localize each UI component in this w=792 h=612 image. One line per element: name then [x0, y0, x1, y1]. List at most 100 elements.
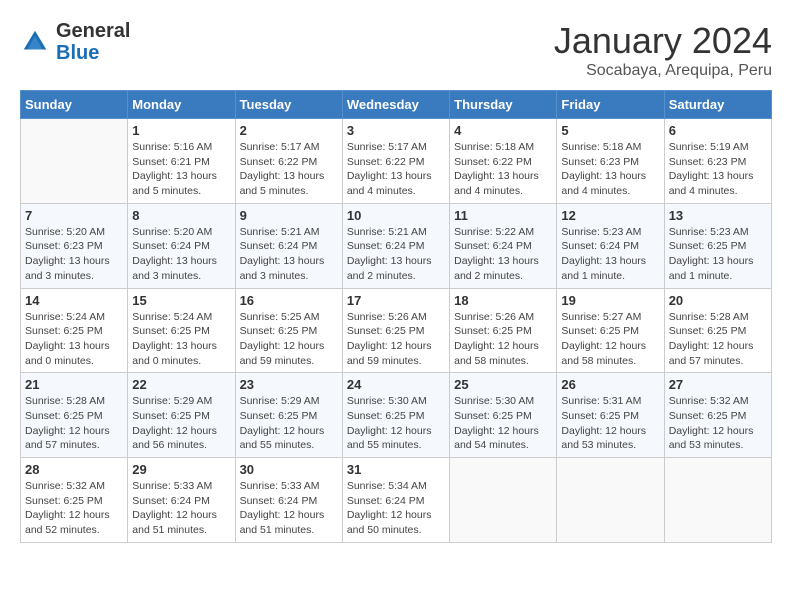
day-number: 5 — [561, 123, 659, 138]
day-number: 27 — [669, 377, 767, 392]
day-info: Sunrise: 5:28 AM Sunset: 6:25 PM Dayligh… — [25, 394, 123, 453]
calendar-cell: 16 Sunrise: 5:25 AM Sunset: 6:25 PM Dayli… — [235, 288, 342, 373]
day-number: 12 — [561, 208, 659, 223]
calendar-cell: 8Sunrise: 5:20 AM Sunset: 6:24 PM Daylig… — [128, 203, 235, 288]
logo-icon — [20, 27, 50, 57]
weekday-header: Friday — [557, 91, 664, 119]
calendar-cell: 15 Sunrise: 5:24 AM Sunset: 6:25 PM Dayli… — [128, 288, 235, 373]
calendar-cell — [664, 458, 771, 543]
calendar-cell: 23 Sunrise: 5:29 AM Sunset: 6:25 PM Dayli… — [235, 373, 342, 458]
calendar-cell: 2Sunrise: 5:17 AM Sunset: 6:22 PM Daylig… — [235, 119, 342, 204]
day-info: Sunrise: 5:29 AM Sunset: 6:25 PM Dayligh… — [132, 394, 230, 453]
calendar-week-row: 21 Sunrise: 5:28 AM Sunset: 6:25 PM Dayli… — [21, 373, 772, 458]
day-number: 18 — [454, 293, 552, 308]
calendar-week-row: 28Sunrise: 5:32 AM Sunset: 6:25 PM Dayli… — [21, 458, 772, 543]
day-number: 15 — [132, 293, 230, 308]
day-info: Sunrise: 5:26 AM Sunset: 6:25 PM Dayligh… — [454, 310, 552, 369]
day-info: Sunrise: 5:29 AM Sunset: 6:25 PM Dayligh… — [240, 394, 338, 453]
day-info: Sunrise: 5:18 AM Sunset: 6:23 PM Dayligh… — [561, 140, 659, 199]
day-info: Sunrise: 5:27 AM Sunset: 6:25 PM Dayligh… — [561, 310, 659, 369]
day-number: 23 — [240, 377, 338, 392]
day-info: Sunrise: 5:20 AM Sunset: 6:23 PM Dayligh… — [25, 225, 123, 284]
calendar-cell: 27 Sunrise: 5:32 AM Sunset: 6:25 PM Dayli… — [664, 373, 771, 458]
day-info: Sunrise: 5:16 AM Sunset: 6:21 PM Dayligh… — [132, 140, 230, 199]
weekday-header: Saturday — [664, 91, 771, 119]
day-info: Sunrise: 5:22 AM Sunset: 6:24 PM Dayligh… — [454, 225, 552, 284]
day-number: 22 — [132, 377, 230, 392]
weekday-header: Wednesday — [342, 91, 449, 119]
day-info: Sunrise: 5:17 AM Sunset: 6:22 PM Dayligh… — [240, 140, 338, 199]
calendar-cell: 14 Sunrise: 5:24 AM Sunset: 6:25 PM Dayli… — [21, 288, 128, 373]
day-number: 4 — [454, 123, 552, 138]
weekday-header: Monday — [128, 91, 235, 119]
day-number: 7 — [25, 208, 123, 223]
day-info: Sunrise: 5:24 AM Sunset: 6:25 PM Dayligh… — [132, 310, 230, 369]
calendar-cell: 18 Sunrise: 5:26 AM Sunset: 6:25 PM Dayli… — [450, 288, 557, 373]
day-info: Sunrise: 5:32 AM Sunset: 6:25 PM Dayligh… — [669, 394, 767, 453]
title-block: January 2024 Socabaya, Arequipa, Peru — [554, 20, 772, 80]
day-number: 6 — [669, 123, 767, 138]
day-number: 26 — [561, 377, 659, 392]
day-info: Sunrise: 5:30 AM Sunset: 6:25 PM Dayligh… — [454, 394, 552, 453]
day-number: 10 — [347, 208, 445, 223]
calendar-cell: 7 Sunrise: 5:20 AM Sunset: 6:23 PM Daylig… — [21, 203, 128, 288]
calendar-cell — [21, 119, 128, 204]
day-number: 28 — [25, 462, 123, 477]
calendar-cell: 17Sunrise: 5:26 AM Sunset: 6:25 PM Dayli… — [342, 288, 449, 373]
calendar-cell: 5 Sunrise: 5:18 AM Sunset: 6:23 PM Daylig… — [557, 119, 664, 204]
weekday-header: Thursday — [450, 91, 557, 119]
calendar-week-row: 14 Sunrise: 5:24 AM Sunset: 6:25 PM Dayli… — [21, 288, 772, 373]
day-number: 3 — [347, 123, 445, 138]
day-info: Sunrise: 5:19 AM Sunset: 6:23 PM Dayligh… — [669, 140, 767, 199]
calendar-cell: 22 Sunrise: 5:29 AM Sunset: 6:25 PM Dayli… — [128, 373, 235, 458]
day-info: Sunrise: 5:21 AM Sunset: 6:24 PM Dayligh… — [347, 225, 445, 284]
day-info: Sunrise: 5:25 AM Sunset: 6:25 PM Dayligh… — [240, 310, 338, 369]
page-header: General Blue January 2024 Socabaya, Areq… — [20, 20, 772, 80]
calendar-week-row: 1 Sunrise: 5:16 AM Sunset: 6:21 PM Daylig… — [21, 119, 772, 204]
day-info: Sunrise: 5:23 AM Sunset: 6:25 PM Dayligh… — [669, 225, 767, 284]
calendar-cell: 28Sunrise: 5:32 AM Sunset: 6:25 PM Dayli… — [21, 458, 128, 543]
day-number: 9 — [240, 208, 338, 223]
day-number: 16 — [240, 293, 338, 308]
calendar-cell: 31Sunrise: 5:34 AM Sunset: 6:24 PM Dayli… — [342, 458, 449, 543]
calendar-cell — [557, 458, 664, 543]
day-number: 13 — [669, 208, 767, 223]
calendar-cell: 1 Sunrise: 5:16 AM Sunset: 6:21 PM Daylig… — [128, 119, 235, 204]
calendar-cell: 25Sunrise: 5:30 AM Sunset: 6:25 PM Dayli… — [450, 373, 557, 458]
calendar-cell: 4 Sunrise: 5:18 AM Sunset: 6:22 PM Daylig… — [450, 119, 557, 204]
day-info: Sunrise: 5:31 AM Sunset: 6:25 PM Dayligh… — [561, 394, 659, 453]
day-info: Sunrise: 5:24 AM Sunset: 6:25 PM Dayligh… — [25, 310, 123, 369]
calendar-cell: 13 Sunrise: 5:23 AM Sunset: 6:25 PM Dayli… — [664, 203, 771, 288]
calendar-cell: 6 Sunrise: 5:19 AM Sunset: 6:23 PM Daylig… — [664, 119, 771, 204]
day-info: Sunrise: 5:33 AM Sunset: 6:24 PM Dayligh… — [132, 479, 230, 538]
logo: General Blue — [20, 20, 130, 64]
day-info: Sunrise: 5:21 AM Sunset: 6:24 PM Dayligh… — [240, 225, 338, 284]
month-title: January 2024 — [554, 20, 772, 62]
day-info: Sunrise: 5:23 AM Sunset: 6:24 PM Dayligh… — [561, 225, 659, 284]
calendar-cell: 26 Sunrise: 5:31 AM Sunset: 6:25 PM Dayli… — [557, 373, 664, 458]
calendar-cell — [450, 458, 557, 543]
calendar-cell: 10 Sunrise: 5:21 AM Sunset: 6:24 PM Dayli… — [342, 203, 449, 288]
day-info: Sunrise: 5:30 AM Sunset: 6:25 PM Dayligh… — [347, 394, 445, 453]
day-info: Sunrise: 5:28 AM Sunset: 6:25 PM Dayligh… — [669, 310, 767, 369]
calendar-cell: 11 Sunrise: 5:22 AM Sunset: 6:24 PM Dayli… — [450, 203, 557, 288]
logo-blue: Blue — [56, 42, 99, 64]
calendar-week-row: 7 Sunrise: 5:20 AM Sunset: 6:23 PM Daylig… — [21, 203, 772, 288]
day-number: 21 — [25, 377, 123, 392]
calendar-cell: 21 Sunrise: 5:28 AM Sunset: 6:25 PM Dayli… — [21, 373, 128, 458]
location-title: Socabaya, Arequipa, Peru — [554, 62, 772, 80]
day-info: Sunrise: 5:18 AM Sunset: 6:22 PM Dayligh… — [454, 140, 552, 199]
day-number: 11 — [454, 208, 552, 223]
day-number: 31 — [347, 462, 445, 477]
day-info: Sunrise: 5:33 AM Sunset: 6:24 PM Dayligh… — [240, 479, 338, 538]
day-number: 20 — [669, 293, 767, 308]
logo-text: General Blue — [56, 20, 130, 64]
calendar-cell: 24Sunrise: 5:30 AM Sunset: 6:25 PM Dayli… — [342, 373, 449, 458]
day-number: 8 — [132, 208, 230, 223]
day-number: 14 — [25, 293, 123, 308]
calendar-cell: 9 Sunrise: 5:21 AM Sunset: 6:24 PM Daylig… — [235, 203, 342, 288]
calendar-cell: 30Sunrise: 5:33 AM Sunset: 6:24 PM Dayli… — [235, 458, 342, 543]
calendar-header-row: SundayMondayTuesdayWednesdayThursdayFrid… — [21, 91, 772, 119]
day-number: 1 — [132, 123, 230, 138]
day-number: 17 — [347, 293, 445, 308]
